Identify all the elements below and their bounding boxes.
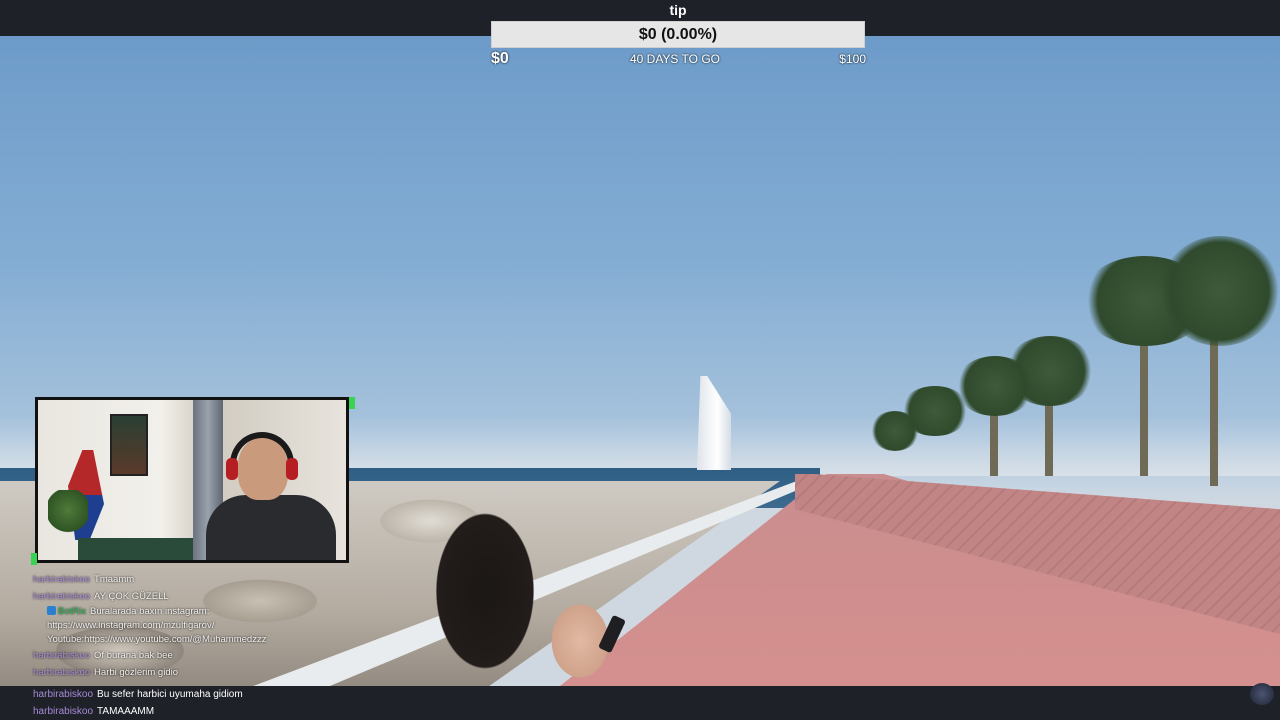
webcam-corner-accent	[31, 553, 37, 565]
webcam-corner-accent	[349, 397, 355, 409]
goal-days-left: 40 DAYS TO GO	[629, 52, 721, 66]
goal-progress-bar: $0 (0.00%)	[491, 21, 865, 48]
goal-target-amount: $100	[839, 52, 866, 66]
streamer-body	[206, 495, 336, 560]
chat-message: harbirabiskoo AY ÇOK GÜZELL	[33, 588, 373, 605]
goal-current-amount: $0	[491, 50, 509, 67]
goal-title: tip	[669, 2, 687, 18]
wall-poster	[110, 414, 148, 476]
potted-plant	[48, 490, 88, 540]
chat-username: harbirabiskoo	[33, 689, 94, 700]
chat-username: harbirabiskoo	[33, 706, 94, 717]
headset-earcup	[226, 458, 238, 480]
chat-message: harbirabiskoo TAMAAAMM	[33, 703, 373, 720]
chat-message: harbirabiskoo Of burana bak bee	[33, 647, 373, 664]
chat-username: harbirabiskoo	[33, 650, 91, 661]
bot-badge-icon	[47, 606, 56, 615]
goal-progress-text: $0 (0.00%)	[638, 26, 718, 43]
chat-username: harbirabiskoo	[33, 574, 91, 585]
chat-text: Tmaamm	[94, 574, 135, 585]
chat-overlay-latest: harbirabiskoo Bu sefer harbici uyumaha gi…	[33, 686, 373, 720]
chat-username: harbirabiskoo	[33, 591, 91, 602]
chat-username: harbirabiskoo	[33, 667, 91, 678]
overlay-logo-icon	[1250, 683, 1274, 705]
chat-message: BotRix Buralarada baxın instagram: https:…	[33, 605, 367, 647]
woman-hair	[425, 496, 545, 686]
keyboard	[78, 538, 198, 560]
woman-with-phone	[415, 496, 626, 686]
chat-username: BotRix	[58, 606, 86, 617]
chat-text: Bu sefer harbici uyumaha gidiom	[97, 689, 243, 700]
chat-text: Harbi gözlerim gidio	[94, 667, 178, 678]
headset-earcup	[286, 458, 298, 480]
webcam-overlay	[35, 397, 349, 563]
chat-text: TAMAAAMM	[97, 706, 155, 717]
chat-message: harbirabiskoo Tmaamm	[33, 571, 373, 588]
chat-text: AY ÇOK GÜZELL	[94, 591, 169, 602]
chat-message: harbirabiskoo Harbi gözlerim gidio	[33, 664, 373, 681]
chat-overlay: harbirabiskoo Tmaamm harbirabiskoo AY ÇOK …	[33, 571, 373, 681]
burj-al-arab-building	[697, 376, 731, 470]
chat-text: Of burana bak bee	[94, 650, 173, 661]
chat-message: harbirabiskoo Bu sefer harbici uyumaha gi…	[33, 686, 373, 703]
palm-fronds	[870, 411, 920, 451]
palm-fronds	[1160, 236, 1280, 346]
